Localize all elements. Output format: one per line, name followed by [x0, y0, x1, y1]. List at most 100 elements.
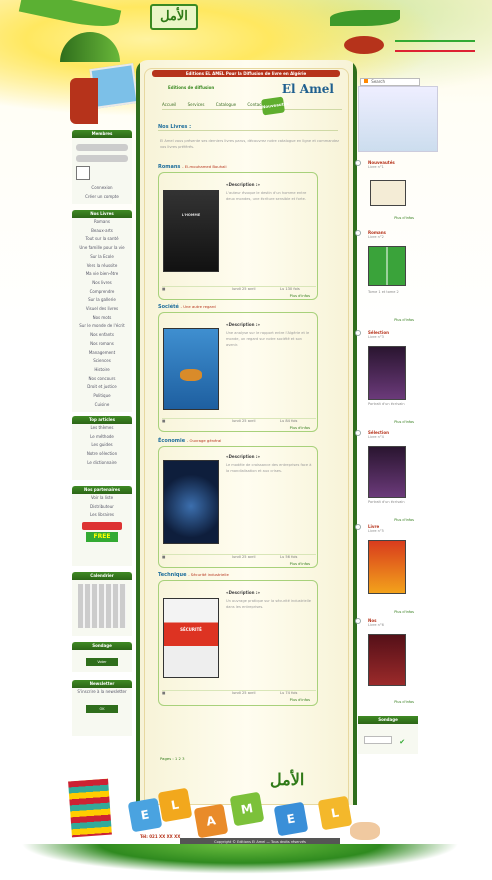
category-link[interactable]: Nos concours — [72, 375, 132, 384]
book-stack-image — [68, 778, 112, 838]
entry-date: lundi 25 avril — [232, 555, 256, 559]
leaf-decoration — [330, 10, 400, 26]
free-badge[interactable]: FREE — [86, 532, 118, 543]
category-link[interactable]: Une famille pour la vie — [72, 244, 132, 253]
category-link[interactable]: Politique — [72, 392, 132, 401]
category-link[interactable]: Beaux-arts — [72, 227, 132, 236]
top-logo[interactable]: الأمل — [150, 4, 198, 30]
comment-icon[interactable]: ■ — [162, 419, 165, 423]
category-link[interactable]: Nos romans — [72, 340, 132, 349]
right-book-cover[interactable] — [368, 540, 406, 594]
marquee-text: Editions EL AMEL Pour la Diffusion de li… — [152, 70, 340, 77]
nav-item[interactable]: Accueil — [162, 102, 176, 107]
category-link[interactable]: Cuisine — [72, 401, 132, 410]
more-link[interactable]: Plus d'infos — [290, 426, 310, 430]
more-link[interactable]: Plus d'infos — [290, 698, 310, 702]
box-title: Sondage — [72, 642, 132, 650]
cover-title: SÉCURITÉ — [180, 627, 202, 632]
child-figure — [350, 822, 380, 840]
category-link[interactable]: Nos mots — [72, 314, 132, 323]
category-link[interactable]: Comprendre — [72, 288, 132, 297]
right-book-cover[interactable] — [368, 634, 406, 686]
category-link[interactable]: Sur la gallerie — [72, 296, 132, 305]
article-link[interactable]: Les guides — [72, 441, 132, 450]
entry-author: - Ouvrage général — [186, 438, 222, 443]
partner-link[interactable]: Distributeur — [72, 503, 132, 512]
entry-meta: ■ lundi 25 avril Lu 74 fois — [162, 690, 316, 696]
book-cover[interactable]: L'HOMME — [163, 190, 219, 272]
category-link[interactable]: Vers la réussite — [72, 262, 132, 271]
calendar-grid[interactable] — [78, 584, 126, 628]
entry-category: Société — [158, 304, 179, 310]
right-more-link[interactable]: Plus d'infos — [394, 610, 414, 614]
right-book-sub: Livre n°4 — [368, 435, 384, 439]
book-cover[interactable]: SÉCURITÉ — [163, 598, 219, 678]
nav-item[interactable]: Catalogue — [216, 102, 236, 107]
bullet-icon — [355, 618, 361, 624]
nav-item[interactable]: Services — [188, 102, 205, 107]
article-link[interactable]: Les thèmes — [72, 424, 132, 433]
right-more-link[interactable]: Plus d'infos — [394, 318, 414, 322]
entry-category: Romans — [158, 164, 181, 170]
register-link[interactable]: Créer un compte — [72, 193, 132, 202]
category-link[interactable]: Ma vie bien-être — [72, 270, 132, 279]
comment-icon[interactable]: ■ — [162, 555, 165, 559]
category-link[interactable]: Sciences — [72, 357, 132, 366]
right-book-cover[interactable] — [370, 180, 406, 206]
categories-box: Nos Livres Romans Beaux-arts Tout sur la… — [72, 210, 132, 412]
partner-link[interactable]: Voir la liste — [72, 494, 132, 503]
site-title[interactable]: Editions de diffusion El Amel — [162, 82, 342, 98]
partner-banner[interactable] — [82, 522, 122, 531]
article-link[interactable]: Le dictionnaire — [72, 459, 132, 468]
right-book-cover[interactable] — [368, 446, 406, 498]
comment-icon[interactable]: ■ — [162, 287, 165, 291]
category-link[interactable]: Tout sur la santé — [72, 235, 132, 244]
check-icon[interactable]: ✔ — [399, 738, 405, 746]
nav-badge[interactable]: Nouveautés — [260, 96, 289, 116]
username-field[interactable] — [76, 144, 128, 151]
right-book-sub: Livre n°5 — [368, 529, 384, 533]
right-book-cover[interactable] — [368, 246, 406, 286]
more-link[interactable]: Plus d'infos — [290, 294, 310, 298]
book-cover[interactable] — [163, 460, 219, 544]
right-book-cover[interactable] — [368, 346, 406, 400]
article-link[interactable]: Notre sélection — [72, 450, 132, 459]
vote-button[interactable]: Voter — [86, 658, 118, 666]
book-cover[interactable] — [163, 328, 219, 410]
article-link[interactable]: Le méthode — [72, 433, 132, 442]
category-link[interactable]: Droit et justice — [72, 383, 132, 392]
category-link[interactable]: Nos enfants — [72, 331, 132, 340]
entry-heading[interactable]: Économie - Ouvrage général — [158, 438, 318, 444]
newsletter-button[interactable]: OK — [86, 704, 118, 713]
category-link[interactable]: Histoire — [72, 366, 132, 375]
entry-meta: ■ lundi 25 avril Lu 130 fois — [162, 286, 316, 292]
category-link[interactable]: Sur la Ecole — [72, 253, 132, 262]
right-book-sub: Livre n°2 — [368, 235, 384, 239]
more-link[interactable]: Plus d'infos — [290, 562, 310, 566]
right-book-caption: Portrait d'un écrivain — [368, 500, 405, 504]
category-link[interactable]: Visuel des livres — [72, 305, 132, 314]
category-link[interactable]: Nos livres — [72, 279, 132, 288]
login-link[interactable]: Connexion — [72, 184, 132, 193]
entry-heading[interactable]: Société - Une autre regard — [158, 304, 318, 310]
right-book-caption: Portrait d'un écrivain — [368, 402, 405, 406]
right-more-link[interactable]: Plus d'infos — [394, 518, 414, 522]
desc-text: L'auteur évoque le destin d'un homme ent… — [226, 191, 307, 201]
category-link[interactable]: Management — [72, 349, 132, 358]
poll-input[interactable] — [364, 736, 392, 744]
entry-heading[interactable]: Romans - El-mouhamed Bouhali — [158, 164, 318, 170]
footer: الأمل E L A M E L Tél: 021 XX XX XX Copy… — [0, 760, 492, 880]
category-link[interactable]: Romans — [72, 218, 132, 227]
right-book-item: Nouveautés Livre n°1 Plus d'infos — [355, 160, 418, 224]
search-bar[interactable]: Search — [360, 78, 420, 86]
right-more-link[interactable]: Plus d'infos — [394, 420, 414, 424]
right-more-link[interactable]: Plus d'infos — [394, 216, 414, 220]
password-field[interactable] — [76, 155, 128, 162]
category-link[interactable]: Sur le monde de l'écrit — [72, 322, 132, 331]
book-entry: Économie - Ouvrage général «Description … — [158, 438, 318, 570]
partner-link[interactable]: Les libraires — [72, 511, 132, 520]
ribbon-decoration — [395, 40, 475, 52]
entry-heading[interactable]: Technique - Sécurité industrielle — [158, 572, 318, 578]
comment-icon[interactable]: ■ — [162, 691, 165, 695]
right-more-link[interactable]: Plus d'infos — [394, 700, 414, 704]
